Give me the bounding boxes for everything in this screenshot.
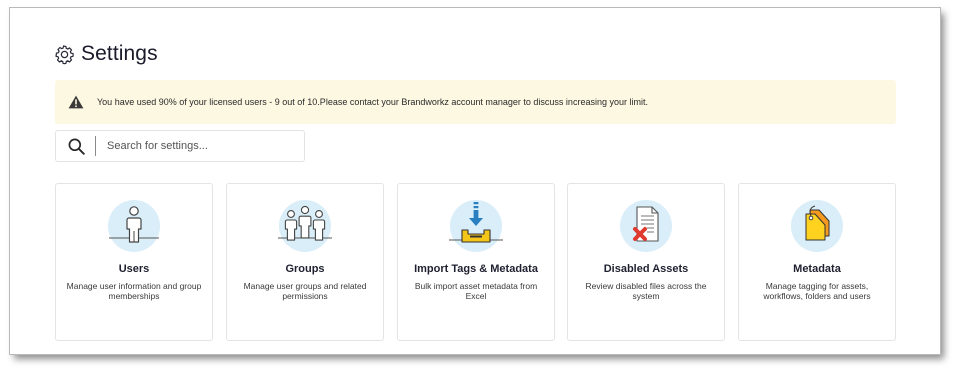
disabled-document-icon: [615, 196, 677, 256]
card-description: Manage user groups and related permissio…: [243, 281, 367, 301]
card-disabled-assets[interactable]: Disabled Assets Review disabled files ac…: [567, 183, 725, 341]
groups-icon: [274, 196, 336, 256]
card-title: Users: [118, 263, 150, 275]
license-warning-banner: You have used 90% of your licensed users…: [55, 80, 896, 124]
card-title: Disabled Assets: [603, 263, 689, 275]
card-description: Manage user information and group member…: [66, 281, 202, 301]
warning-icon: [68, 95, 84, 109]
tags-icon: [786, 196, 848, 256]
search-divider: [95, 136, 96, 156]
card-title: Metadata: [793, 263, 841, 275]
page-title: Settings: [81, 42, 158, 65]
settings-search[interactable]: [55, 130, 305, 162]
card-description: Review disabled files across the system: [585, 281, 707, 301]
gear-icon: [55, 44, 74, 64]
page-header: Settings: [54, 41, 158, 67]
import-tray-icon: [445, 196, 507, 256]
card-title: Groups: [285, 263, 325, 275]
search-input[interactable]: [107, 140, 277, 152]
card-import-tags-metadata[interactable]: Import Tags & Metadata Bulk import asset…: [397, 183, 555, 341]
settings-cards: Users Manage user information and group …: [55, 183, 896, 341]
settings-window: Settings You have used 90% of your licen…: [10, 8, 940, 354]
alert-message: You have used 90% of your licensed users…: [97, 97, 648, 107]
card-description: Manage tagging for assets, workflows, fo…: [763, 281, 871, 301]
card-groups[interactable]: Groups Manage user groups and related pe…: [226, 183, 384, 341]
card-users[interactable]: Users Manage user information and group …: [55, 183, 213, 341]
user-icon: [103, 196, 165, 256]
card-title: Import Tags & Metadata: [414, 263, 538, 275]
card-description: Bulk import asset metadata from Excel: [414, 281, 538, 301]
card-metadata[interactable]: Metadata Manage tagging for assets, work…: [738, 183, 896, 341]
search-icon: [68, 138, 85, 155]
